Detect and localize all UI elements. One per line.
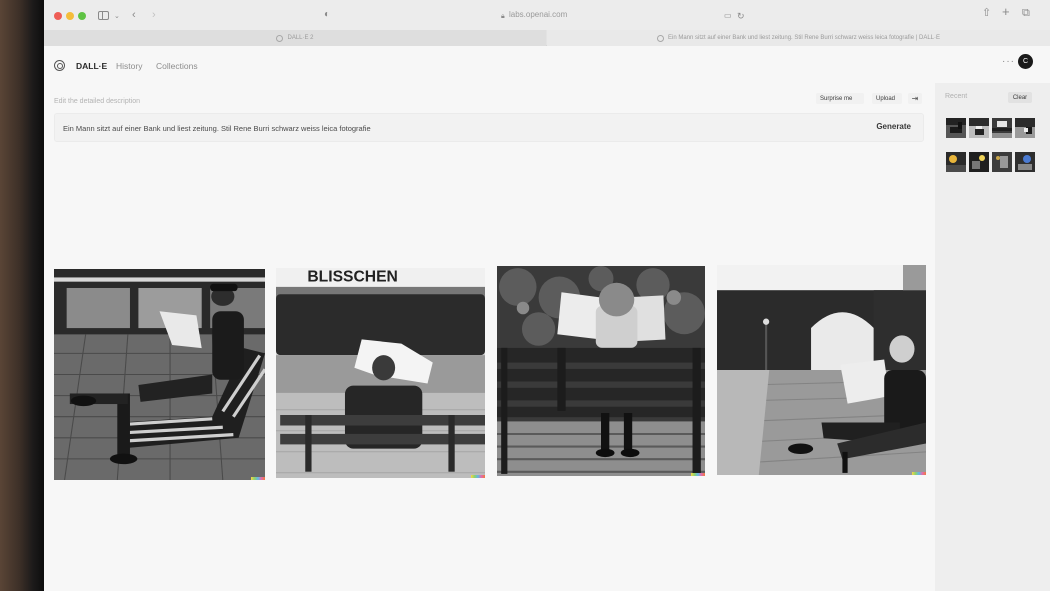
collapse-panel-icon[interactable]: ⇥ <box>908 93 922 104</box>
surprise-me-button[interactable]: Surprise me <box>816 93 864 104</box>
result-image-4[interactable] <box>717 265 926 475</box>
lock-icon: 🔒︎ <box>501 13 505 20</box>
back-icon[interactable]: ‹ <box>132 8 136 22</box>
recent-thumbnail[interactable] <box>946 118 966 138</box>
sign-text: BLISSCHEN <box>307 269 398 286</box>
new-tab-icon[interactable]: + <box>1002 5 1010 19</box>
edit-description-label: Edit the detailed description <box>54 98 140 105</box>
man-on-bench-photo-3 <box>497 266 705 476</box>
generate-button[interactable]: Generate <box>876 122 911 131</box>
dalle-signature-bar <box>251 477 265 480</box>
tab-dalle-2[interactable]: DALL·E 2 <box>44 30 546 46</box>
man-on-bench-photo-2: BLISSCHEN <box>276 268 485 478</box>
man-on-bench-photo-1 <box>54 269 265 480</box>
recent-thumbnail[interactable] <box>992 152 1012 172</box>
openai-favicon-icon <box>656 34 664 42</box>
recent-thumbnail[interactable] <box>946 152 966 172</box>
device-bezel <box>0 0 44 591</box>
prompt-text[interactable]: Ein Mann sitzt auf einer Bank und liest … <box>63 124 371 133</box>
minimize-window-button[interactable] <box>66 12 74 20</box>
browser-toolbar: ⌄ ‹ › ◐ 🔒︎ labs.openai.com ▭ ↻ ⇧ + ⧉ <box>44 0 1050 30</box>
sidebar-toggle-icon[interactable] <box>98 11 109 20</box>
shield-icon[interactable]: ◐ <box>324 8 330 22</box>
translate-icon[interactable]: ▭ <box>724 9 732 23</box>
upload-button[interactable]: Upload <box>872 93 902 104</box>
openai-logo-icon[interactable] <box>54 60 65 71</box>
man-on-bench-photo-4 <box>717 265 926 475</box>
recent-thumbnail[interactable] <box>969 152 989 172</box>
clear-button[interactable]: Clear <box>1008 92 1032 103</box>
tab-label: Ein Mann sitzt auf einer Bank und liest … <box>667 35 941 41</box>
recent-thumbnail[interactable] <box>969 118 989 138</box>
forward-icon[interactable]: › <box>152 8 156 22</box>
result-image-2[interactable]: BLISSCHEN <box>276 268 485 478</box>
tab-dalle-prompt[interactable]: Ein Mann sitzt auf einer Bank und liest … <box>547 30 1050 46</box>
share-icon[interactable]: ⇧ <box>982 6 991 20</box>
chevron-down-icon[interactable]: ⌄ <box>114 10 120 24</box>
recent-thumbnail[interactable] <box>992 118 1012 138</box>
dalle-signature-bar <box>912 472 926 475</box>
openai-favicon-icon <box>276 34 284 42</box>
recent-thumbnail[interactable] <box>1015 118 1035 138</box>
browser-window: ⌄ ‹ › ◐ 🔒︎ labs.openai.com ▭ ↻ ⇧ + ⧉ DAL… <box>44 0 1050 591</box>
recent-panel: Recent Clear <box>935 83 1050 591</box>
recent-thumbnail[interactable] <box>1015 152 1035 172</box>
dalle-signature-bar <box>691 473 705 476</box>
tab-label: DALL·E 2 <box>287 35 314 41</box>
nav-collections[interactable]: Collections <box>156 61 198 71</box>
maximize-window-button[interactable] <box>78 12 86 20</box>
prompt-input[interactable]: Ein Mann sitzt auf einer Bank und liest … <box>54 113 924 142</box>
nav-dalle[interactable]: DALL·E <box>76 61 107 71</box>
more-options-icon[interactable]: ··· <box>1002 56 1015 67</box>
result-image-3[interactable] <box>497 266 705 476</box>
app-header: DALL·E History Collections ··· C <box>44 47 1050 83</box>
tab-bar: DALL·E 2 Ein Mann sitzt auf einer Bank u… <box>44 30 1050 46</box>
close-window-button[interactable] <box>54 12 62 20</box>
result-image-1[interactable] <box>54 269 265 480</box>
avatar[interactable]: C <box>1018 54 1033 69</box>
tab-overview-icon[interactable]: ⧉ <box>1022 6 1030 20</box>
address-bar[interactable]: labs.openai.com <box>509 10 567 19</box>
reload-icon[interactable]: ↻ <box>737 9 745 23</box>
recent-label: Recent <box>945 93 968 100</box>
dalle-signature-bar <box>471 475 485 478</box>
nav-history[interactable]: History <box>116 61 142 71</box>
